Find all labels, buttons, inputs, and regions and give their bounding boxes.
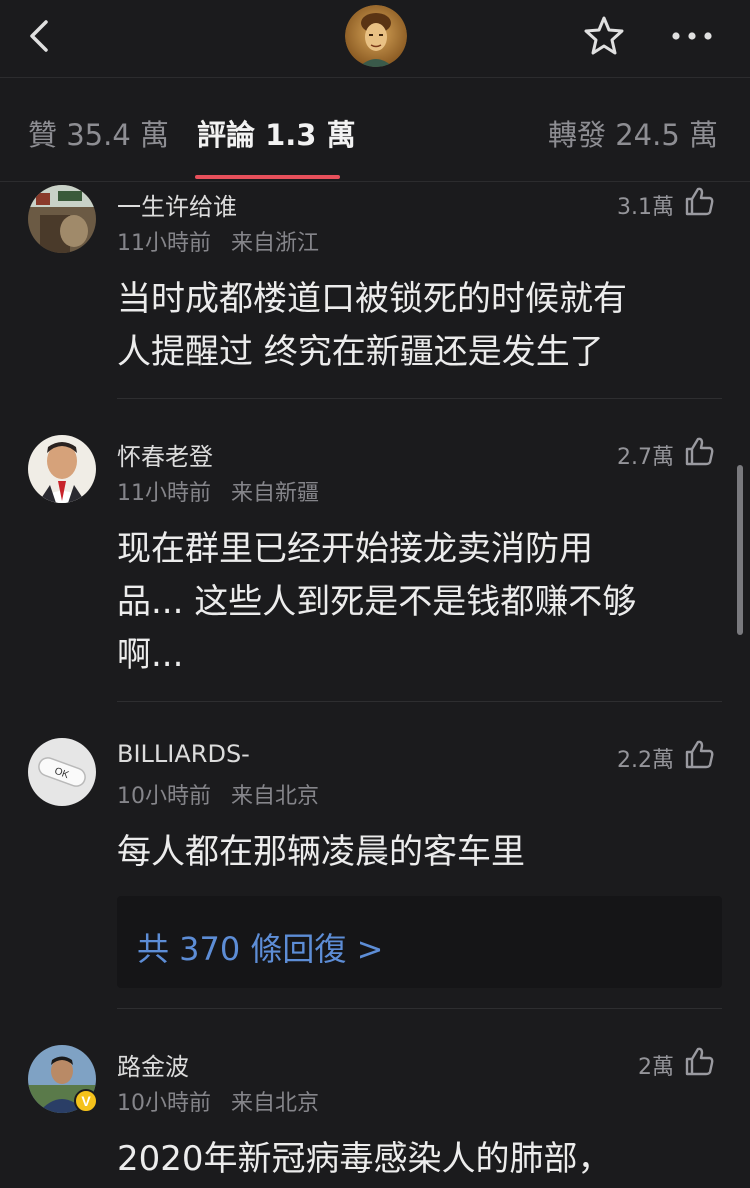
- avatar[interactable]: OK: [28, 738, 96, 806]
- comment-text-line: 每人都在那辆凌晨的客车里: [117, 832, 525, 872]
- comment-author[interactable]: 怀春老登: [117, 437, 213, 472]
- avatar[interactable]: [28, 185, 96, 253]
- comment-author[interactable]: BILLIARDS-: [117, 740, 250, 768]
- comment-meta: 10小時前 来自北京: [117, 778, 319, 810]
- comment-time: 10小時前: [117, 1091, 211, 1116]
- comment-text-line: 啊...: [117, 635, 184, 675]
- tab-bar: 贊 35.4 萬 評論 1.3 萬 轉發 24.5 萬: [0, 78, 750, 182]
- comment-meta: 11小時前 来自浙江: [117, 225, 319, 257]
- comment-location: 来自北京: [231, 784, 320, 809]
- back-icon[interactable]: [22, 14, 62, 58]
- comment-text-line: 品... 这些人到死是不是钱都赚不够: [117, 582, 637, 622]
- verified-badge-icon: V: [74, 1089, 98, 1113]
- view-replies-button[interactable]: 共 370 條回復 >: [117, 896, 722, 988]
- avatar[interactable]: V: [28, 1045, 98, 1113]
- comment-author[interactable]: 路金波: [117, 1047, 189, 1082]
- thumbs-up-icon[interactable]: [683, 738, 715, 770]
- author-avatar[interactable]: [345, 5, 407, 67]
- comment-author[interactable]: 一生许给谁: [117, 187, 237, 222]
- comment-text: 每人都在那辆凌晨的客车里: [117, 826, 717, 879]
- divider: [117, 398, 722, 399]
- tab-likes[interactable]: 贊 35.4 萬: [28, 112, 169, 154]
- tab-comments[interactable]: 評論 1.3 萬: [197, 112, 356, 154]
- comment-time: 11小時前: [117, 481, 211, 506]
- comment-list[interactable]: 一生许给谁 11小時前 来自浙江 3.1萬 当时成都楼道口被锁死的时候就有 人提醒…: [0, 183, 750, 1188]
- thumbs-up-icon[interactable]: [683, 435, 715, 467]
- comment-text-line: 人提醒过 终究在新疆还是发生了: [117, 332, 604, 372]
- like-count: 2萬: [638, 1055, 674, 1080]
- like-count: 2.7萬: [617, 445, 674, 470]
- thumbs-up-icon[interactable]: [683, 185, 715, 217]
- active-tab-indicator: [195, 175, 340, 179]
- scrollbar[interactable]: [737, 465, 743, 635]
- comment-text-line: 2020年新冠病毒感染人的肺部，: [117, 1139, 612, 1179]
- like-count: 3.1萬: [617, 195, 674, 220]
- comment-location: 来自新疆: [231, 481, 320, 506]
- comment-location: 来自北京: [231, 1091, 320, 1116]
- comment-time: 11小時前: [117, 231, 211, 256]
- comment-text-line: 现在群里已经开始接龙卖消防用: [117, 529, 593, 569]
- replies-label: 共 370 條回復 >: [137, 930, 384, 968]
- comment-time: 10小時前: [117, 784, 211, 809]
- thumbs-up-icon[interactable]: [683, 1045, 715, 1077]
- divider: [117, 701, 722, 702]
- comment-text-line: 当时成都楼道口被锁死的时候就有: [117, 279, 627, 319]
- avatar[interactable]: [28, 435, 96, 503]
- like-count: 2.2萬: [617, 748, 674, 773]
- comment-meta: 11小時前 来自新疆: [117, 475, 319, 507]
- top-bar: [0, 0, 750, 78]
- comment-meta: 10小時前 来自北京: [117, 1085, 319, 1117]
- comment-text: 2020年新冠病毒感染人的肺部，: [117, 1133, 717, 1186]
- comment-text: 当时成都楼道口被锁死的时候就有 人提醒过 终究在新疆还是发生了: [117, 273, 717, 379]
- more-horizontal-icon[interactable]: [668, 18, 716, 54]
- comment-text: 现在群里已经开始接龙卖消防用 品... 这些人到死是不是钱都赚不够 啊...: [117, 523, 717, 682]
- star-icon[interactable]: [582, 14, 626, 58]
- comment-location: 来自浙江: [231, 231, 320, 256]
- divider: [117, 1008, 722, 1009]
- tab-reposts[interactable]: 轉發 24.5 萬: [548, 112, 718, 154]
